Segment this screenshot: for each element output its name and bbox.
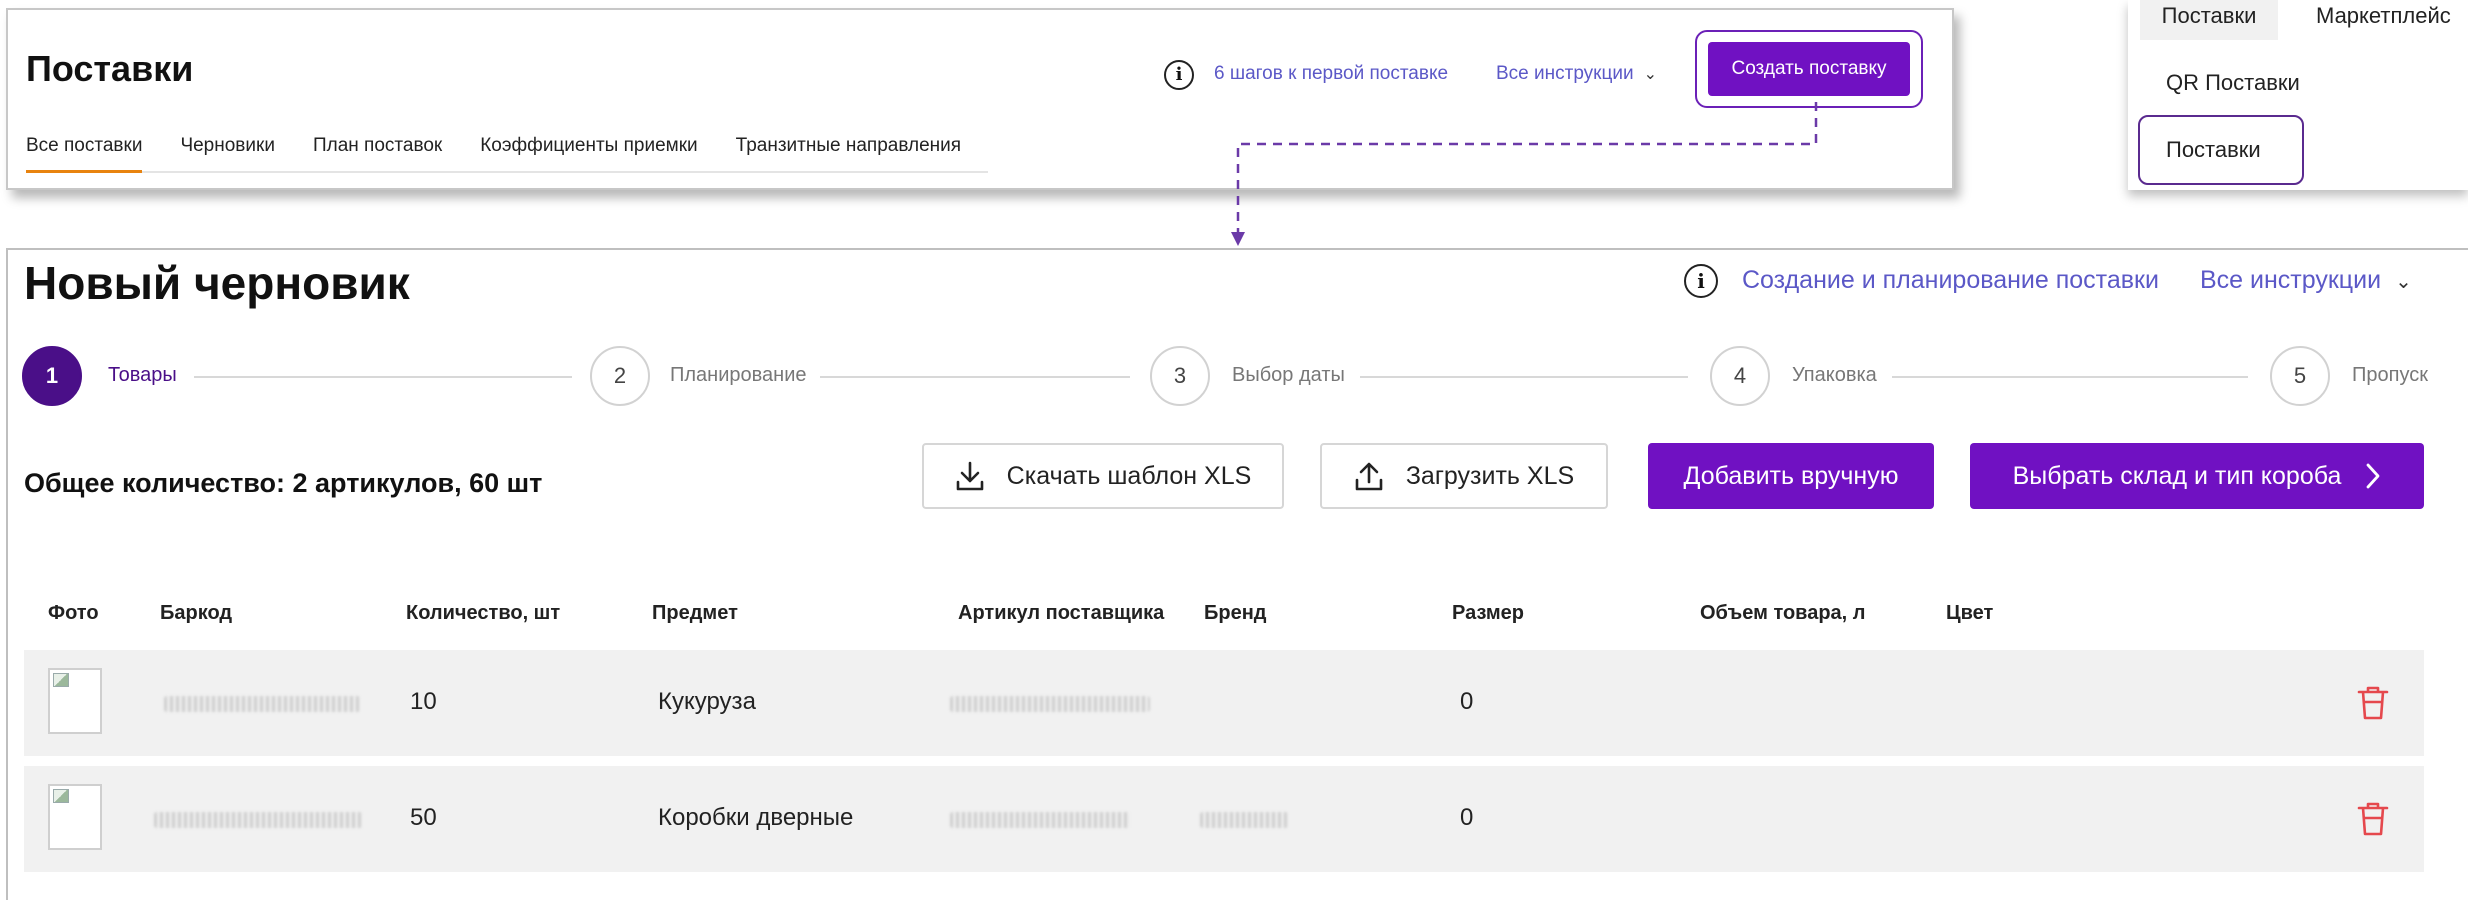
product-photo (48, 784, 102, 850)
chevron-right-icon (2366, 463, 2380, 489)
column-supplier-article: Артикул поставщика (958, 602, 1165, 624)
nav-tab-marketplace[interactable]: Маркетплейс (2316, 0, 2451, 32)
chevron-down-icon: ⌄ (1643, 66, 1658, 83)
info-icon: i (1164, 60, 1194, 90)
nav-tab-supplies[interactable]: Поставки (2140, 0, 2278, 40)
tab-transit-directions[interactable]: Транзитные направления (736, 125, 961, 171)
subject-cell: Коробки дверные (658, 804, 854, 831)
column-size: Размер (1452, 602, 1525, 624)
all-instructions-label: Все инструкции (2200, 266, 2382, 294)
table-row[interactable]: 50 Коробки дверные 0 (24, 766, 2424, 872)
barcode-redacted (164, 696, 360, 712)
download-xls-label: Скачать шаблон XLS (1006, 461, 1252, 490)
draft-stepper: 1 Товары 2 Планирование 3 Выбор даты 4 У… (22, 346, 2438, 408)
page-title: Поставки (26, 48, 194, 89)
quantity-cell: 50 (410, 804, 437, 831)
upload-xls-label: Загрузить XLS (1405, 461, 1575, 490)
step-4-circle[interactable]: 4 (1710, 346, 1770, 406)
column-brand: Бренд (1204, 602, 1267, 624)
supplies-tabs: Все поставки Черновики План поставок Коэ… (26, 125, 988, 173)
step-5-circle[interactable]: 5 (2270, 346, 2330, 406)
column-quantity: Количество, шт (406, 602, 561, 624)
step-5-label: Пропуск (2352, 364, 2428, 386)
delete-row-icon[interactable] (2356, 800, 2390, 838)
brand-redacted (1200, 812, 1288, 828)
step-3-label: Выбор даты (1232, 364, 1345, 386)
subject-cell: Кукуруза (658, 688, 756, 715)
menu-item-qr-supplies[interactable]: QR Поставки (2166, 70, 2300, 96)
table-row[interactable]: 10 Кукуруза 0 (24, 650, 2424, 756)
step-2-label: Планирование (670, 364, 807, 386)
step-connector-line (1892, 376, 2248, 378)
column-color: Цвет (1946, 602, 1994, 624)
column-subject: Предмет (652, 602, 738, 624)
total-quantity: Общее количество: 2 артикулов, 60 шт (24, 468, 543, 498)
step-connector-line (1360, 376, 1688, 378)
all-instructions-dropdown[interactable]: Все инструкции ⌄ (2200, 266, 2412, 295)
step-1-circle[interactable]: 1 (22, 346, 82, 406)
column-barcode: Баркод (160, 602, 233, 624)
column-volume: Объем товара, л (1700, 602, 1866, 624)
draft-title: Новый черновик (24, 257, 410, 309)
new-draft-card: Новый черновик i Создание и планирование… (6, 248, 2468, 900)
size-cell: 0 (1460, 688, 1474, 715)
create-supply-button[interactable]: Создать поставку (1708, 42, 1910, 96)
column-photo: Фото (48, 602, 99, 624)
add-manually-button[interactable]: Добавить вручную (1648, 443, 1934, 509)
table-header: Фото Баркод Количество, шт Предмет Артик… (48, 602, 2428, 632)
upload-icon (1355, 462, 1383, 491)
create-planning-link[interactable]: Создание и планирование поставки (1742, 266, 2159, 295)
step-1-label: Товары (108, 364, 177, 386)
first-supply-steps-link[interactable]: 6 шагов к первой поставке (1214, 63, 1448, 85)
quantity-cell: 10 (410, 688, 437, 715)
product-photo (48, 668, 102, 734)
all-instructions-label: Все инструкции (1496, 63, 1634, 84)
choose-warehouse-button[interactable]: Выбрать склад и тип короба (1970, 443, 2424, 509)
all-instructions-dropdown[interactable]: Все инструкции ⌄ (1496, 63, 1657, 85)
delete-row-icon[interactable] (2356, 684, 2390, 722)
info-icon: i (1684, 264, 1718, 298)
size-cell: 0 (1460, 804, 1474, 831)
download-xls-template-button[interactable]: Скачать шаблон XLS (922, 443, 1284, 509)
step-4-label: Упаковка (1792, 364, 1877, 386)
supplier-article-redacted (950, 696, 1150, 712)
upload-xls-button[interactable]: Загрузить XLS (1320, 443, 1608, 509)
barcode-redacted (154, 812, 362, 828)
step-2-circle[interactable]: 2 (590, 346, 650, 406)
tab-all-supplies[interactable]: Все поставки (26, 125, 143, 173)
step-connector-line (820, 376, 1130, 378)
download-icon (956, 461, 983, 491)
supplier-article-redacted (950, 812, 1130, 828)
menu-item-supplies[interactable]: Поставки (2166, 137, 2261, 163)
chevron-down-icon: ⌄ (2395, 271, 2412, 293)
flow-connector-arrow (1231, 102, 1818, 246)
step-connector-line (194, 376, 572, 378)
choose-warehouse-label: Выбрать склад и тип короба (2012, 461, 2342, 490)
tab-acceptance-coefficients[interactable]: Коэффициенты приемки (480, 125, 697, 171)
step-3-circle[interactable]: 3 (1150, 346, 1210, 406)
navigation-menu-fragment: Поставки Маркетплейс QR Поставки Поставк… (2128, 0, 2468, 190)
tab-drafts[interactable]: Черновики (180, 125, 275, 171)
tab-supply-plan[interactable]: План поставок (313, 125, 442, 171)
